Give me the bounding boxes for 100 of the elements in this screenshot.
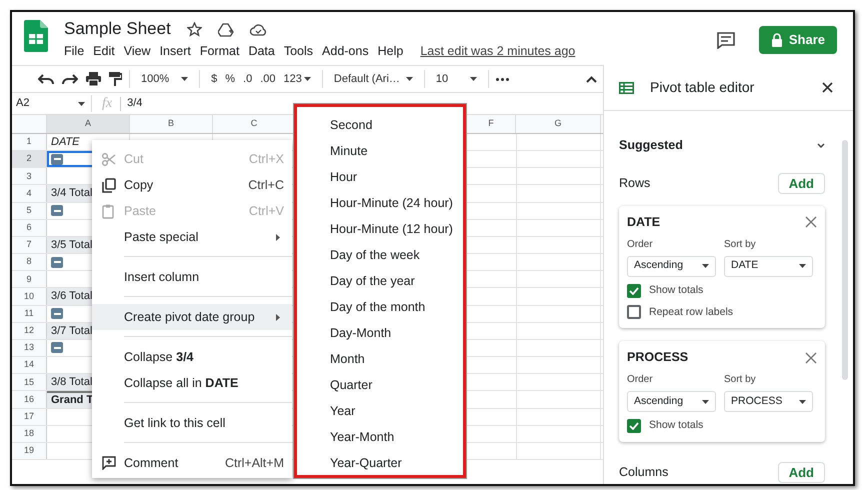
row-header[interactable]: 18	[12, 426, 47, 442]
chevron-down-icon[interactable]	[817, 142, 825, 148]
font-size-dropdown[interactable]: 10	[432, 70, 482, 88]
field-label: Sort by	[724, 373, 757, 387]
menu-item[interactable]: Edit	[93, 42, 115, 61]
caret-icon	[702, 400, 709, 404]
zoom-dropdown[interactable]: 100%	[137, 70, 192, 88]
sort-by-dropdown[interactable]: DATE	[724, 256, 813, 277]
menu-item[interactable]: Hour	[297, 164, 463, 190]
menu-item[interactable]: Insert	[160, 42, 191, 61]
collapse-toolbar-icon[interactable]	[586, 76, 597, 82]
column-header[interactable]: B	[130, 115, 213, 133]
pivot-table-icon	[619, 82, 634, 94]
row-header[interactable]: 19	[12, 442, 47, 459]
menu-item[interactable]: Quarter	[297, 372, 463, 398]
menu-item[interactable]: Add-ons	[322, 42, 369, 61]
cloud-icon[interactable]	[250, 22, 267, 36]
order-dropdown[interactable]: Ascending	[627, 256, 716, 277]
menu-item[interactable]: Create pivot date group	[92, 304, 292, 330]
menu-item[interactable]: Day of the month	[297, 294, 463, 320]
menu-item[interactable]: Get link to this cell	[92, 410, 292, 436]
row-header[interactable]: 8	[12, 254, 47, 270]
checkbox-label[interactable]: Repeat row labels	[649, 304, 734, 320]
print-icon[interactable]	[86, 72, 101, 86]
row-header[interactable]: 14	[12, 357, 47, 374]
menu-item[interactable]: Data	[248, 42, 275, 61]
checkbox[interactable]	[627, 305, 641, 320]
checkmark-icon	[629, 422, 639, 430]
menu-item[interactable]: Insert column	[92, 264, 292, 290]
redo-icon[interactable]	[62, 73, 78, 85]
menu-item[interactable]: File	[64, 42, 84, 61]
number-format-dropdown[interactable]: 123	[280, 70, 315, 88]
row-header[interactable]: 7	[12, 236, 47, 254]
row-header[interactable]: 5	[12, 202, 47, 219]
row-header[interactable]: 10	[12, 288, 47, 305]
checkbox[interactable]	[627, 284, 641, 298]
row-header[interactable]: 16	[12, 391, 47, 408]
row-header[interactable]: 4	[12, 185, 47, 202]
collapse-group-button[interactable]	[51, 256, 63, 268]
menu-item[interactable]: Year-Quarter	[297, 450, 463, 476]
font-dropdown[interactable]: Default (Ari…	[330, 70, 417, 88]
panel-title: Pivot table editor	[650, 78, 754, 97]
row-header[interactable]: 13	[12, 340, 47, 356]
sort-by-dropdown[interactable]: PROCESS	[724, 391, 813, 412]
document-title[interactable]: Sample Sheet	[64, 19, 171, 39]
collapse-group-button[interactable]	[51, 342, 63, 354]
add-button[interactable]: Add	[778, 173, 825, 194]
menu-item[interactable]: Hour-Minute (24 hour)	[297, 190, 463, 216]
star-icon[interactable]	[186, 22, 202, 36]
menu-item[interactable]: Month	[297, 346, 463, 372]
currency-button[interactable]: $	[207, 70, 222, 88]
menu-item[interactable]: Tools	[284, 42, 314, 61]
menu-item[interactable]: Second	[297, 112, 463, 138]
menu-item[interactable]: Year-Month	[297, 424, 463, 450]
more-icon[interactable]	[496, 78, 510, 80]
collapse-group-button[interactable]	[51, 205, 63, 216]
comment-icon[interactable]	[716, 32, 735, 48]
row-header[interactable]: 11	[12, 306, 47, 322]
spreadsheet-logo-icon[interactable]	[24, 20, 48, 52]
column-header[interactable]: A	[47, 115, 130, 133]
last-edit-link[interactable]: Last edit was 2 minutes ago	[420, 42, 576, 61]
menu-item[interactable]: Day of the year	[297, 268, 463, 294]
formula-field[interactable]: 3/4	[127, 95, 142, 112]
checkmark-icon	[629, 286, 639, 295]
lock-icon	[770, 33, 783, 47]
column-header[interactable]: G	[516, 115, 601, 133]
undo-icon[interactable]	[38, 73, 54, 85]
collapse-group-button[interactable]	[51, 154, 63, 165]
menu-item[interactable]: Hour-Minute (12 hour)	[297, 216, 463, 242]
menu-item[interactable]: Comment Ctrl+Alt+M	[92, 450, 292, 476]
percent-button[interactable]: %	[221, 70, 240, 88]
menu-item[interactable]: Collapse 3/4	[92, 344, 292, 370]
add-button[interactable]: Add	[778, 462, 825, 483]
order-dropdown[interactable]: Ascending	[627, 391, 716, 412]
menu-item[interactable]: Day-Month	[297, 320, 463, 346]
checkbox[interactable]	[627, 418, 641, 433]
row-header[interactable]: 9	[12, 271, 47, 288]
row-header[interactable]: 12	[12, 322, 47, 339]
collapse-group-button[interactable]	[51, 308, 63, 320]
decrease-decimal-button[interactable]: .0	[239, 70, 256, 88]
row-header[interactable]: 1	[12, 134, 47, 150]
cell-reference-field[interactable]: A2	[12, 95, 92, 112]
menu-item[interactable]: Day of the week	[297, 242, 463, 268]
checkbox-label[interactable]: Show totals	[649, 282, 704, 298]
row-header[interactable]: 3	[12, 168, 47, 184]
row-header[interactable]: 17	[12, 408, 47, 425]
share-button[interactable]: Share	[758, 26, 837, 54]
menu-item[interactable]: View	[124, 42, 151, 61]
scrollbar[interactable]	[842, 140, 848, 380]
menu-item[interactable]: Help	[378, 42, 404, 61]
row-header[interactable]: 2	[12, 151, 47, 168]
row-header[interactable]: 6	[12, 220, 47, 236]
row-header[interactable]: 15	[12, 374, 47, 390]
menu-item[interactable]: Minute	[297, 138, 463, 164]
increase-decimal-button[interactable]: .00	[256, 70, 280, 88]
menu-item[interactable]: Year	[297, 398, 463, 424]
menu-item[interactable]: Format	[200, 42, 240, 61]
close-icon[interactable]	[822, 82, 833, 93]
checkbox-label[interactable]: Show totals	[649, 418, 704, 434]
paint-roller-icon[interactable]	[109, 72, 122, 86]
